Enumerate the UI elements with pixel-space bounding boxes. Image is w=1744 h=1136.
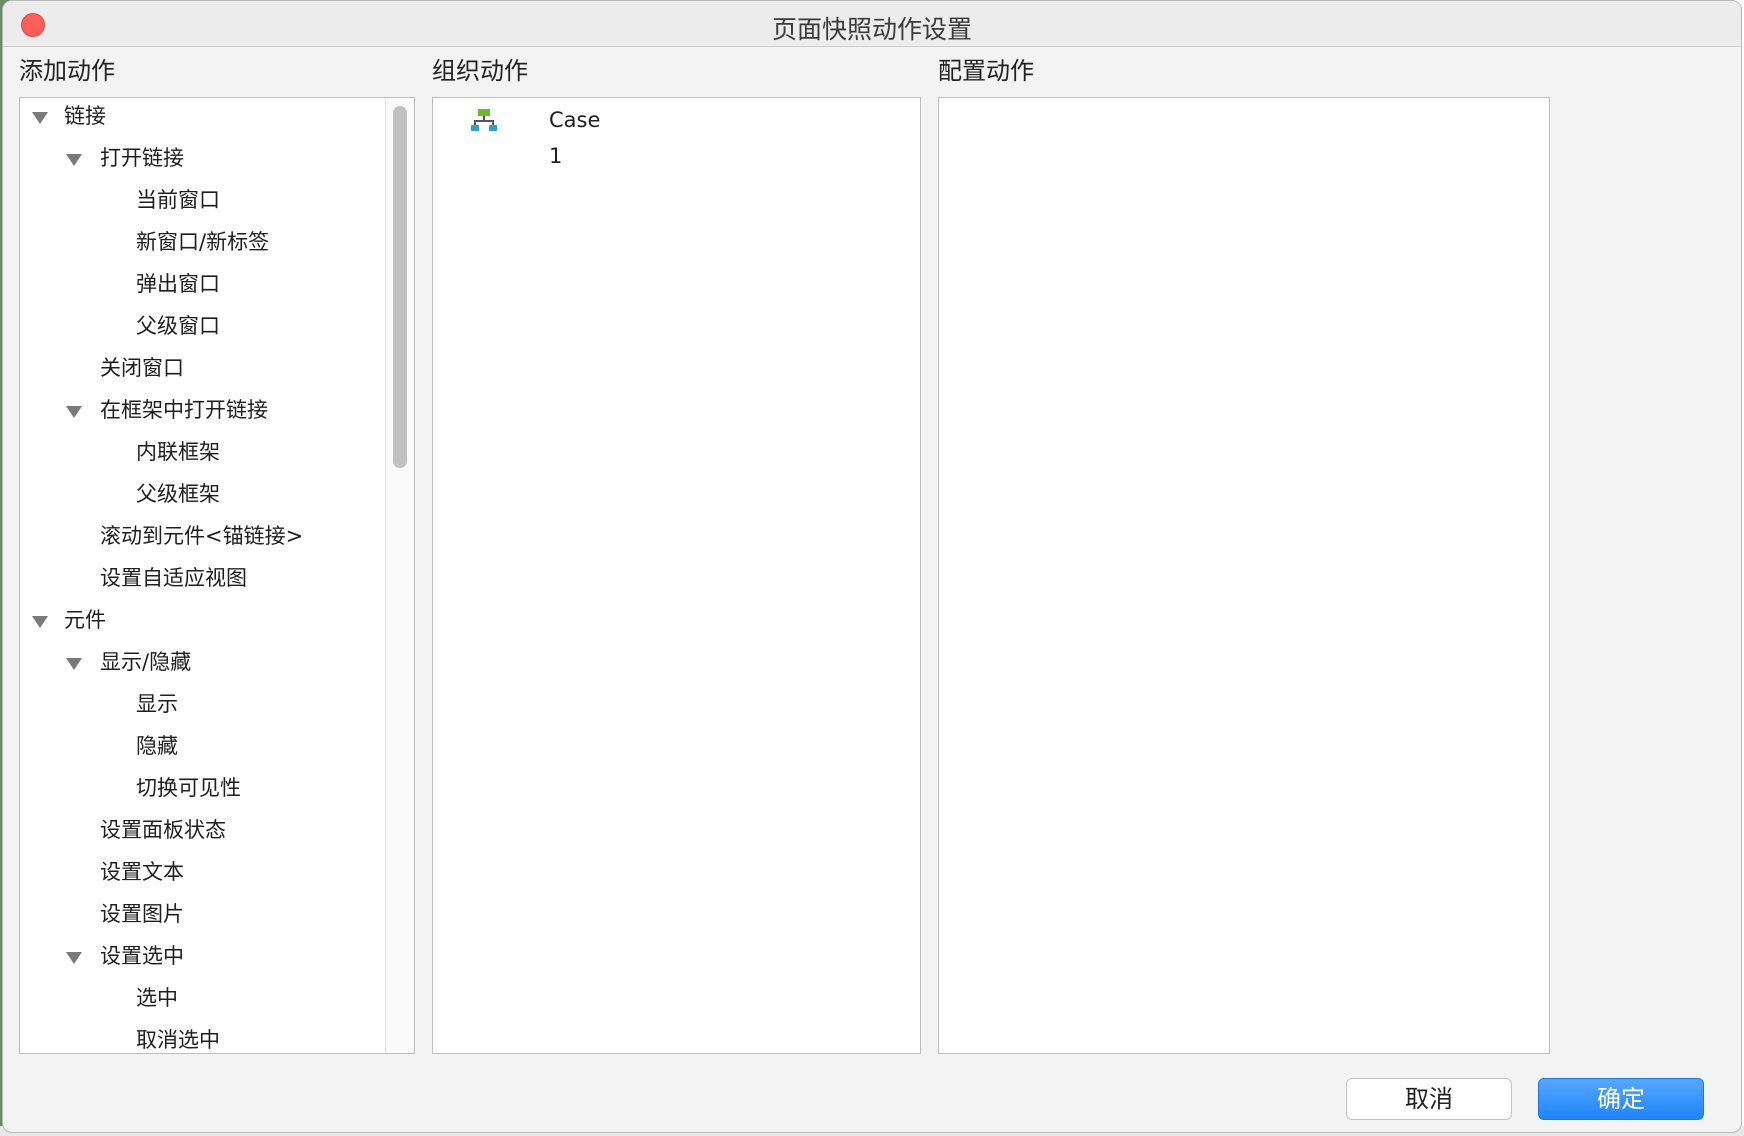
add-action-panel: 链接打开链接当前窗口新窗口/新标签 弹出窗口父级窗口关闭窗口在框架中打开链接内联框…	[19, 97, 415, 1054]
tree-item[interactable]: 隐藏	[20, 728, 384, 764]
tree-item[interactable]: 滚动到元件<锚链接>	[20, 518, 384, 554]
tree-item-label: 内联框架	[136, 440, 220, 464]
tree-item-label: 链接	[64, 104, 106, 128]
organize-action-panel: Case 1	[432, 97, 921, 1054]
tree-item-label: 打开链接	[100, 146, 184, 170]
tree-item-label: 切换可见性	[136, 776, 241, 800]
tree-item-label: 隐藏	[136, 734, 178, 758]
tree-item[interactable]: 设置文本	[20, 854, 384, 890]
tree-item-label: 父级窗口	[136, 314, 220, 338]
configure-action-label: 配置动作	[938, 57, 1034, 85]
tree-item[interactable]: 新窗口/新标签	[20, 224, 384, 260]
tree-item[interactable]: 取消选中	[20, 1022, 384, 1053]
cancel-button[interactable]: 取消	[1346, 1078, 1512, 1120]
tree-item[interactable]: 打开链接	[20, 140, 384, 176]
case-label: Case 1	[549, 108, 601, 168]
organize-action-label: 组织动作	[432, 57, 528, 85]
tree-item-label: 取消选中	[136, 1028, 220, 1052]
tree-item[interactable]: 父级窗口	[20, 308, 384, 344]
tree-item-label: 父级框架	[136, 482, 220, 506]
add-action-label: 添加动作	[19, 57, 115, 85]
tree-item-label: 元件	[64, 608, 106, 632]
tree-item[interactable]: 选中	[20, 980, 384, 1016]
tree-item[interactable]: 显示	[20, 686, 384, 722]
title-bar[interactable]: 页面快照动作设置	[3, 1, 1741, 47]
tree-item[interactable]: 内联框架	[20, 434, 384, 470]
ok-button[interactable]: 确定	[1538, 1078, 1704, 1120]
tree-item[interactable]: 链接	[20, 98, 384, 134]
tree-scrollbar[interactable]	[385, 98, 414, 1053]
tree-item[interactable]: 设置选中	[20, 938, 384, 974]
tree-item[interactable]: 在框架中打开链接	[20, 392, 384, 428]
tree-item-label: 选中	[136, 986, 178, 1010]
expand-triangle-icon[interactable]	[66, 154, 82, 166]
action-settings-dialog: 页面快照动作设置 添加动作 组织动作 配置动作 链接打开链接当前窗口新窗口/新标…	[2, 0, 1742, 1133]
tree-item-label: 设置图片	[100, 902, 184, 926]
tree-item-label: 新窗口/新标签	[136, 230, 270, 254]
tree-item[interactable]: 父级框架	[20, 476, 384, 512]
tree-item[interactable]: 设置自适应视图	[20, 560, 384, 596]
tree-item[interactable]: 设置面板状态	[20, 812, 384, 848]
case-tree-icon	[471, 109, 497, 131]
tree-item[interactable]: 设置图片	[20, 896, 384, 932]
tree-item-label: 显示	[136, 692, 178, 716]
tree-item-label: 设置自适应视图	[100, 566, 247, 590]
action-tree: 链接打开链接当前窗口新窗口/新标签 弹出窗口父级窗口关闭窗口在框架中打开链接内联框…	[20, 98, 384, 1053]
expand-triangle-icon[interactable]	[32, 616, 48, 628]
expand-triangle-icon[interactable]	[32, 112, 48, 124]
expand-triangle-icon[interactable]	[66, 406, 82, 418]
tree-item-label: 设置面板状态	[100, 818, 226, 842]
window-title: 页面快照动作设置	[771, 15, 972, 44]
expand-triangle-icon[interactable]	[66, 658, 82, 670]
tree-item[interactable]: 切换可见性	[20, 770, 384, 806]
tree-item-label: 关闭窗口	[100, 356, 184, 380]
tree-item-label: 设置选中	[100, 944, 184, 968]
tree-item-label: 滚动到元件<锚链接>	[100, 524, 304, 548]
expand-triangle-icon[interactable]	[66, 952, 82, 964]
tree-item[interactable]: 关闭窗口	[20, 350, 384, 386]
tree-item[interactable]: 元件	[20, 602, 384, 638]
tree-item-label: 弹出窗口	[136, 272, 220, 296]
scrollbar-thumb[interactable]	[393, 106, 407, 468]
tree-item-label: 当前窗口	[136, 188, 220, 212]
tree-item-label: 在框架中打开链接	[100, 398, 268, 422]
tree-item-label: 显示/隐藏	[100, 650, 192, 674]
tree-item[interactable]: 当前窗口	[20, 182, 384, 218]
configure-action-panel	[938, 97, 1550, 1054]
tree-item[interactable]: 显示/隐藏	[20, 644, 384, 680]
tree-item[interactable]: 弹出窗口	[20, 266, 384, 302]
tree-item-label: 设置文本	[100, 860, 184, 884]
